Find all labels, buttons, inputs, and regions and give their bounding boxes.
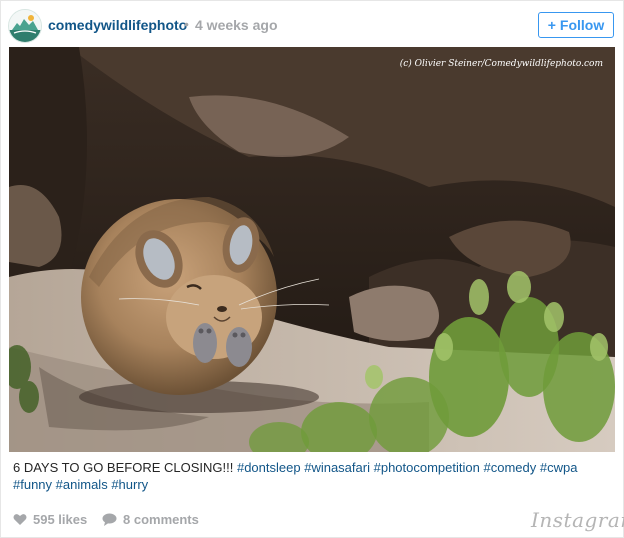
photo-watermark: (c) Olivier Steiner/Comedywildlifephoto.… [399,59,603,69]
post-photo[interactable]: (c) Olivier Steiner/Comedywildlifephoto.… [9,47,615,452]
separator-dot: • [184,16,189,32]
pika-photo-image [9,47,615,452]
avatar-logo-icon [9,10,41,42]
post-card: comedywildlifephoto • 4 weeks ago + Foll… [0,0,624,538]
caption-text: 6 DAYS TO GO BEFORE CLOSING!!! [13,460,234,475]
likes-label: 595 likes [33,512,88,527]
post-caption: 6 DAYS TO GO BEFORE CLOSING!!! #dontslee… [13,459,613,493]
comment-bubble-icon [102,513,117,526]
hashtag-link[interactable]: #cwpa [540,460,578,475]
post-footer: 595 likes 8 comments Instagram [1,504,624,537]
heart-icon [13,514,27,525]
hashtag-link[interactable]: #photocompetition [374,460,480,475]
hashtag-link[interactable]: #dontsleep [237,460,301,475]
hashtag-link[interactable]: #hurry [111,477,148,492]
instagram-logo[interactable]: Instagram [531,508,624,532]
comments-label: 8 comments [123,512,199,527]
hashtag-link[interactable]: #comedy [483,460,536,475]
likes-count[interactable]: 595 likes [13,512,87,527]
username-link[interactable]: comedywildlifephoto [48,17,187,33]
post-header: comedywildlifephoto • 4 weeks ago + Foll… [1,1,623,47]
follow-button[interactable]: + Follow [538,12,614,38]
post-time-link[interactable]: 4 weeks ago [195,17,278,33]
comments-count[interactable]: 8 comments [102,512,199,527]
plus-icon: + [547,17,556,33]
hashtag-link[interactable]: #funny [13,477,52,492]
hashtag-link[interactable]: #animals [56,477,108,492]
follow-label: Follow [559,17,605,33]
avatar[interactable] [8,9,42,43]
hashtag-link[interactable]: #winasafari [304,460,370,475]
